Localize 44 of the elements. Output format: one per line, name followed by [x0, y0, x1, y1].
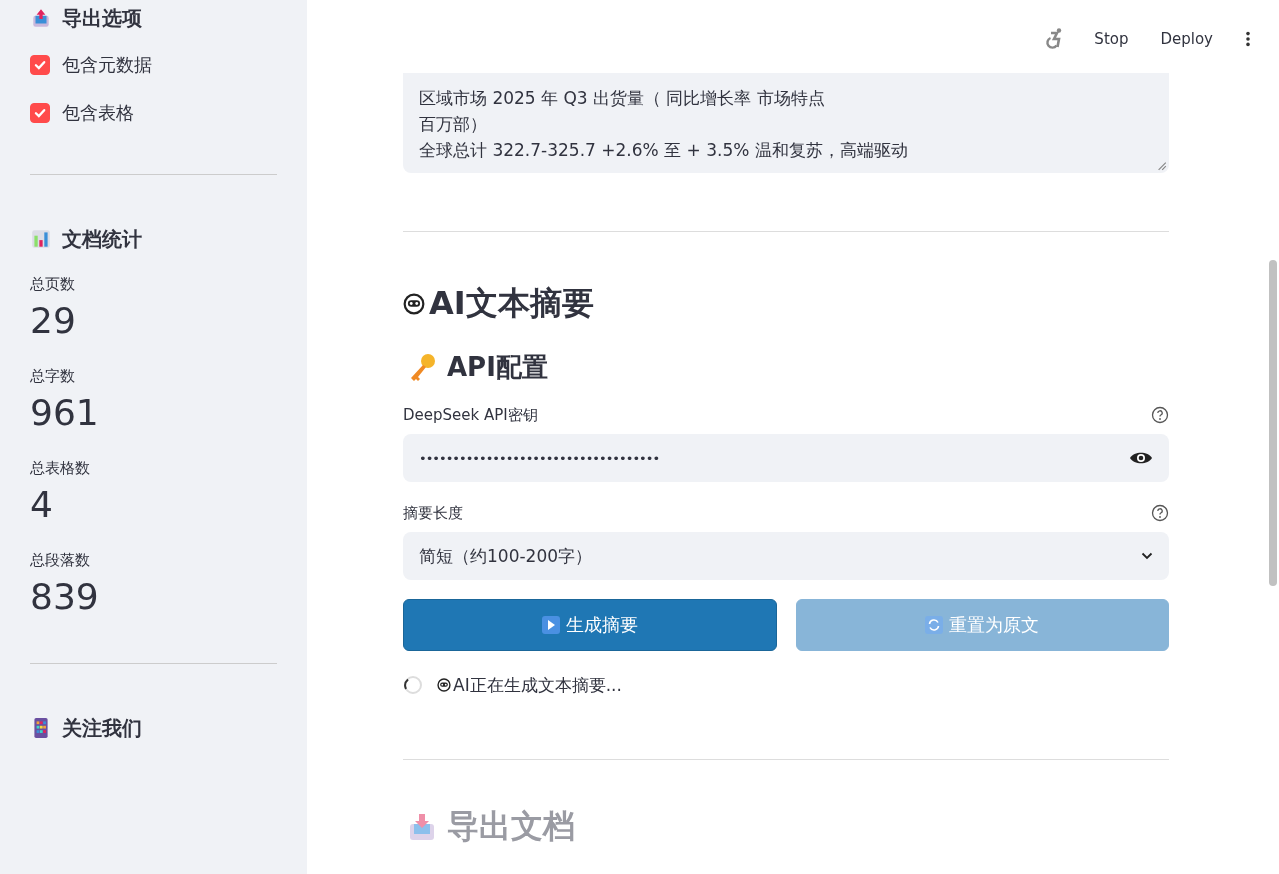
field-label: 摘要长度	[403, 503, 463, 523]
bar-chart-icon	[30, 228, 52, 250]
deploy-button[interactable]: Deploy	[1152, 25, 1221, 52]
section-heading: 关注我们	[62, 714, 142, 742]
help-icon[interactable]	[1151, 504, 1169, 522]
metric-label: 总段落数	[30, 551, 91, 569]
metric-value: 839	[30, 575, 100, 619]
metric-value: 29	[30, 299, 77, 343]
checkbox-label: 包含表格	[62, 101, 134, 125]
password-field[interactable]: ••••••••••••••••••••••••••••••••••••	[403, 434, 1169, 482]
chevron-down-icon	[1141, 552, 1153, 560]
checkbox[interactable]	[30, 103, 50, 123]
page-heading: AI文本摘要	[429, 283, 594, 324]
metric-label: 总字数	[30, 367, 76, 385]
checkbox[interactable]	[30, 55, 50, 75]
resize-handle-icon[interactable]	[1155, 159, 1167, 171]
metric-label: 总表格数	[30, 459, 91, 477]
select-field[interactable]: 简短（约100-200字）	[403, 532, 1169, 580]
text-area[interactable]: 区域市场 2025 年 Q3 出货量（ 同比增长率 市场特点 百万部） 全球总计 322.7-325.7 +2.6% 至 + 3.5% 温和复苏，高端驱动	[403, 73, 1169, 173]
field-label: DeepSeek API密钥	[403, 405, 538, 425]
status-text: AI正在生成文本摘要...	[453, 673, 622, 697]
spinner-icon	[403, 675, 423, 695]
eye-icon[interactable]	[1129, 450, 1153, 466]
check-icon	[33, 106, 47, 120]
section-heading: 文档统计	[62, 225, 142, 253]
metric-value: 961	[30, 391, 100, 435]
scrollbar[interactable]	[1269, 260, 1277, 586]
refresh-icon	[925, 616, 944, 634]
help-icon[interactable]	[1151, 406, 1169, 424]
check-icon	[33, 58, 47, 72]
metric-value: 4	[30, 483, 54, 527]
checkbox-label: 包含元数据	[62, 53, 152, 77]
section-heading: 导出文档	[447, 806, 575, 847]
action-button[interactable]: 生成摘要	[403, 599, 777, 651]
more-icon[interactable]	[1245, 29, 1251, 48]
robot-icon	[403, 293, 425, 315]
section-heading: 导出选项	[62, 4, 142, 32]
robot-icon	[437, 678, 451, 692]
metric-label: 总页数	[30, 275, 76, 293]
outbox-icon	[30, 7, 52, 29]
play-icon	[541, 616, 560, 634]
stop-button[interactable]: Stop	[1086, 25, 1137, 52]
inbox-icon	[407, 812, 437, 842]
section-heading: API配置	[447, 350, 548, 384]
